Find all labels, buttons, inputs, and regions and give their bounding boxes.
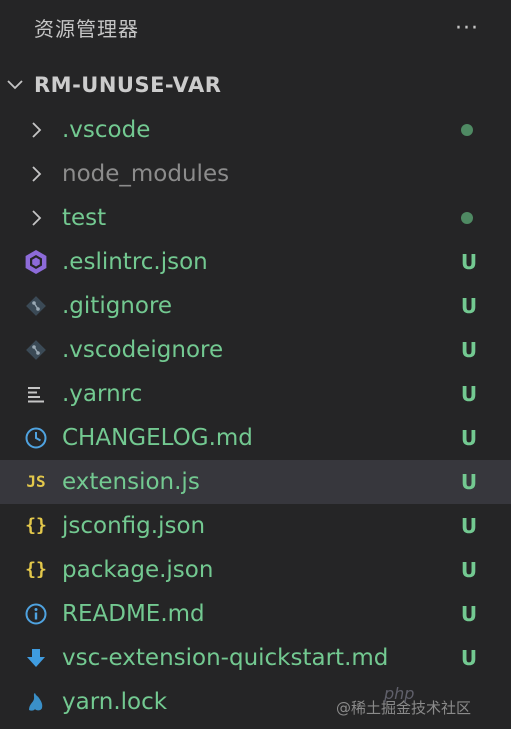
json-icon: {} [25,515,47,536]
tree-folder-row[interactable]: .vscode [0,108,511,152]
tree-item-label: test [62,205,107,231]
git-status-badge: U [460,294,478,318]
git-icon [22,337,50,363]
tree-item-label: vsc-extension-quickstart.md [62,645,389,671]
tree-item-label: README.md [62,601,205,627]
panel-title: 资源管理器 [34,17,139,41]
tree-item-label: .eslintrc.json [62,249,208,275]
root-folder[interactable]: RM-UNUSE-VAR [0,64,511,106]
tree-file-row[interactable]: {} jsconfig.json U [0,504,511,548]
tree-item-label: CHANGELOG.md [62,425,253,451]
more-actions-button[interactable]: ··· [447,14,487,44]
git-icon [22,293,50,319]
tree-item-label: node_modules [62,161,230,187]
tree-folder-row[interactable]: node_modules [0,152,511,196]
json-icon: {} [25,559,47,580]
git-status-badge: U [460,470,478,494]
tree-item-label: jsconfig.json [62,513,206,539]
tree-file-row[interactable]: README.md U [0,592,511,636]
tree-file-row[interactable]: .eslintrc.json U [0,240,511,284]
modified-dot-indicator [461,212,473,224]
git-status-badge: U [460,602,478,626]
git-status-badge: U [460,382,478,406]
chevron-down-icon [7,80,23,90]
tree-file-row[interactable]: JS extension.js U [0,460,511,504]
watermark-brand: php [384,684,415,703]
yarn-icon [22,689,50,715]
tree-item-label: .vscode [62,117,151,143]
lines-icon [22,381,50,407]
tree-item-label: .yarnrc [62,381,143,407]
tree-item-label: .vscodeignore [62,337,224,363]
download-icon [22,645,50,671]
tree-file-row[interactable]: .yarnrc U [0,372,511,416]
clock-icon [22,425,50,451]
tree-folder-row[interactable]: test [0,196,511,240]
tree-item-label: package.json [62,557,214,583]
tree-item-label: extension.js [62,469,200,495]
chevron-right-icon [22,117,50,143]
tree-file-row[interactable]: .gitignore U [0,284,511,328]
git-status-badge: U [460,338,478,362]
git-status-badge: U [460,426,478,450]
git-status-badge: U [460,514,478,538]
tree-file-row[interactable]: {} package.json U [0,548,511,592]
root-folder-label: RM-UNUSE-VAR [34,73,222,97]
explorer-header: 资源管理器 ··· [0,0,511,58]
tree-file-row[interactable]: CHANGELOG.md U [0,416,511,460]
watermark: php @稀土掘金技术社区 [336,684,471,720]
tree-file-row[interactable]: vsc-extension-quickstart.md U [0,636,511,680]
git-status-badge: U [460,558,478,582]
chevron-right-icon [22,161,50,187]
git-status-badge: U [460,646,478,670]
tree-file-row[interactable]: .vscodeignore U [0,328,511,372]
chevron-right-icon [22,205,50,231]
tree-item-label: .gitignore [62,293,173,319]
info-icon [22,601,50,627]
js-icon: JS [26,472,46,491]
file-tree: .vscode node_modules test .eslintrc.json U .g… [0,108,511,724]
eslint-icon [22,249,50,275]
tree-item-label: yarn.lock [62,689,168,715]
git-status-badge: U [460,250,478,274]
modified-dot-indicator [461,124,473,136]
